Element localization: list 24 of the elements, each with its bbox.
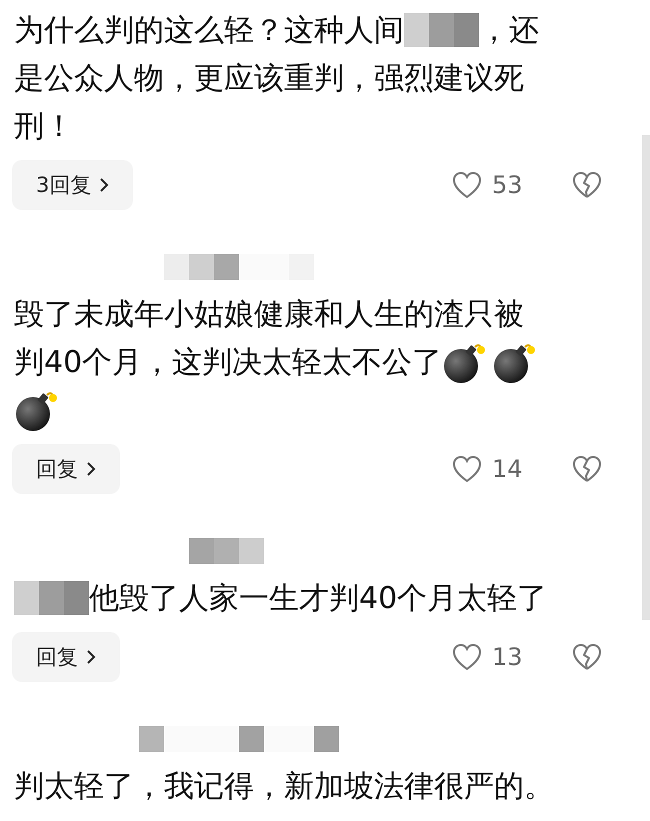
like-icon[interactable] <box>452 455 482 483</box>
like-count: 53 <box>492 171 524 199</box>
like-icon[interactable] <box>452 643 482 671</box>
comment-text: 为什么判的这么轻？这种人间 <box>14 12 404 50</box>
comment-text: ，还 <box>479 12 539 50</box>
broken-heart-icon[interactable] <box>572 171 602 199</box>
comment-text: 判太轻了，我记得，新加坡法律很严的。 <box>14 768 554 806</box>
reply-button[interactable]: 3回复 <box>12 160 134 210</box>
scrollbar[interactable] <box>642 135 650 620</box>
comment-text: 毁了未成年小姑娘健康和人生的渣只被 <box>14 296 524 334</box>
like-icon[interactable] <box>452 171 482 199</box>
reply-button[interactable]: 回复 <box>12 444 120 494</box>
like-count: 13 <box>492 643 524 671</box>
chevron-icon <box>99 177 110 193</box>
chevron-icon <box>86 649 96 665</box>
broken-heart-icon[interactable] <box>572 455 602 483</box>
broken-heart-icon[interactable] <box>572 643 602 671</box>
comment-text: 刑！ <box>14 108 74 146</box>
chevron-icon <box>86 461 96 477</box>
comment-text: 他毁了人家一生才判40个月太轻了 <box>89 580 548 618</box>
reply-button[interactable]: 回复 <box>12 632 120 682</box>
comment-text: 判40个月，这判决太轻太不公了 <box>14 344 442 382</box>
like-count: 14 <box>492 455 524 483</box>
comment-text: 是公众人物，更应该重判，强烈建议死 <box>14 60 524 98</box>
